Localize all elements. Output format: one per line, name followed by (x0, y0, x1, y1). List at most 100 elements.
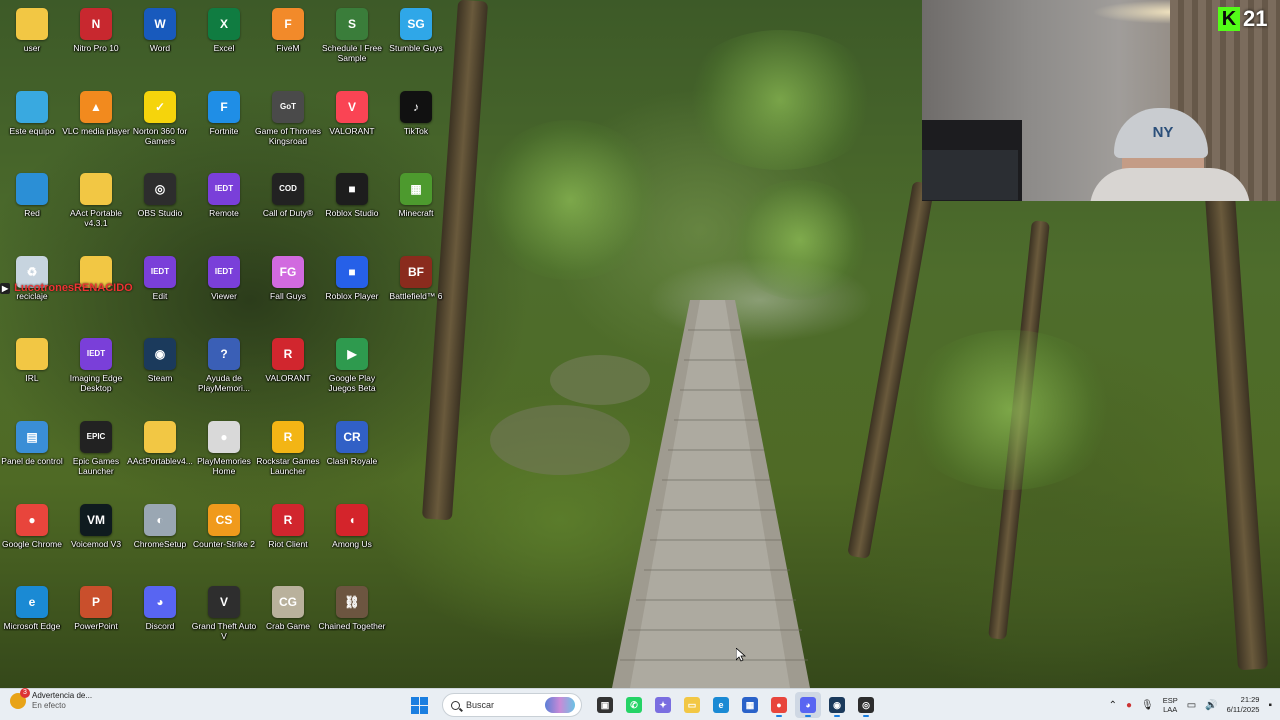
desktop-icon[interactable]: IEDT Edit (128, 252, 192, 332)
weather-widget[interactable]: Advertencia de... En efecto (10, 688, 93, 711)
notification-icon[interactable]: ▪ (1268, 700, 1272, 711)
desktop-icon[interactable]: R Rockstar Games Launcher (256, 417, 320, 497)
taskbar-app-chrome[interactable]: ● (766, 692, 792, 718)
desktop-icon[interactable]: CG Crab Game (256, 582, 320, 662)
desktop-icon[interactable]: Este equipo (0, 87, 64, 167)
desktop-icon[interactable]: IRL (0, 334, 64, 414)
desktop-icon-label: Este equipo (9, 125, 55, 136)
desktop-icon[interactable]: VM Voicemod V3 (64, 500, 128, 580)
desktop-icon[interactable]: ◕ Discord (128, 582, 192, 662)
desktop-icon[interactable]: e Microsoft Edge (0, 582, 64, 662)
app-icon: ♪ (400, 90, 432, 123)
desktop-icon[interactable]: ⛓ Chained Together (319, 582, 385, 662)
taskbar-app-copilot[interactable]: ✦ (650, 692, 676, 718)
app-icon: ■ (336, 173, 368, 206)
app-icon: IEDT (208, 173, 240, 206)
network-icon[interactable]: ▭ (1187, 700, 1196, 711)
desktop-icon[interactable]: ▤ Panel de control (0, 417, 64, 497)
desktop-icon[interactable]: P PowerPoint (64, 582, 128, 662)
weather-subtitle: En efecto (32, 701, 66, 710)
desktop-icon[interactable]: ● Google Chrome (0, 500, 64, 580)
taskbar-search[interactable]: Buscar (442, 693, 582, 717)
app-icon: ⛓ (336, 586, 368, 619)
desktop-icon-label: Red (24, 208, 40, 219)
desktop-icon[interactable]: ▶ Google Play Juegos Beta (320, 334, 384, 414)
microphone-icon[interactable]: 🎙 (1141, 700, 1154, 711)
taskbar-app-steam[interactable]: ◉ (824, 692, 850, 718)
desktop-icon[interactable]: X Excel (192, 4, 256, 84)
volume-icon[interactable]: 🔊 (1205, 700, 1217, 711)
desktop-icon[interactable]: ◎ OBS Studio (128, 169, 192, 249)
taskbar-app-whatsapp[interactable]: ✆ (621, 692, 647, 718)
app-icon: P (80, 586, 112, 619)
desktop-icon[interactable]: N Nitro Pro 10 (64, 4, 128, 84)
taskbar-app-discord[interactable]: ◕ (795, 692, 821, 718)
taskbar-app-edge[interactable]: e (708, 692, 734, 718)
desktop-icon[interactable]: F FiveM (256, 4, 320, 84)
desktop-icon-label: Roblox Studio (325, 208, 379, 219)
search-placeholder: Buscar (466, 700, 495, 710)
app-icon: ■ (336, 255, 368, 288)
desktop-icon[interactable]: ✓ Norton 360 for Gamers (128, 87, 192, 167)
desktop-icon[interactable]: ● PlayMemories Home (192, 417, 256, 497)
taskbar-app-store[interactable]: ▦ (737, 692, 763, 718)
taskbar-app-obs[interactable]: ◎ (853, 692, 879, 718)
keyboard-layout: LAA (1163, 705, 1178, 714)
desktop-icon[interactable]: IEDT Remote (192, 169, 256, 249)
desktop-icon-label: Riot Client (268, 538, 308, 549)
desktop-icon[interactable]: R VALORANT (256, 334, 320, 414)
desktop-icon-label: Epic Games Launcher (72, 456, 120, 476)
edge-icon: e (713, 697, 729, 713)
desktop-icon[interactable]: ▦ Minecraft (384, 169, 448, 249)
desktop-icon[interactable]: AActPortablev4... (127, 417, 193, 497)
clock[interactable]: 21:29 6/11/2025 (1227, 695, 1260, 715)
desktop-icon[interactable]: BF Battlefield™ 6 (384, 252, 448, 332)
desktop-icon[interactable]: SG Stumble Guys (384, 4, 448, 84)
input-language[interactable]: ESP LAA (1163, 696, 1178, 714)
desktop-icon[interactable]: Red (0, 169, 64, 249)
desktop-icon[interactable]: ◖ Among Us (320, 500, 384, 580)
desktop-icon-label: Voicemod V3 (70, 538, 122, 549)
desktop-icon[interactable]: user (0, 4, 64, 84)
whatsapp-icon: ✆ (626, 697, 642, 713)
desktop-icon[interactable]: COD Call of Duty® (256, 169, 320, 249)
desktop-icon[interactable]: ■ Roblox Player (320, 252, 384, 332)
desktop-icon-label: Stumble Guys (389, 43, 443, 53)
chevron-up-icon[interactable]: ⌃ (1109, 700, 1117, 711)
clock-date: 6/11/2025 (1226, 705, 1260, 714)
desktop-icon[interactable]: V Grand Theft Auto V (192, 582, 256, 662)
app-icon: ▲ (80, 90, 112, 123)
security-icon[interactable]: ● (1126, 700, 1132, 711)
desktop-icon[interactable]: AAct Portable v4.3.1 (64, 169, 128, 249)
desktop-icon[interactable]: W Word (128, 4, 192, 84)
desktop-icon[interactable]: ♪ TikTok (384, 87, 448, 167)
app-icon: ◎ (144, 173, 176, 206)
taskbar-app-task-view[interactable]: ▣ (592, 692, 618, 718)
kick-viewer-badge: K 21 (1218, 6, 1267, 32)
taskbar: Advertencia de... En efecto Buscar ▣ ✆ ✦ ▭ e… (0, 688, 1280, 720)
desktop-icon[interactable]: CR Clash Royale (320, 417, 384, 497)
desktop-icon[interactable]: EPIC Epic Games Launcher (64, 417, 128, 497)
desktop-icon[interactable]: V VALORANT (320, 87, 384, 167)
desktop-icon[interactable]: ◐ ChromeSetup (128, 500, 192, 580)
taskbar-app-file-explorer[interactable]: ▭ (679, 692, 705, 718)
desktop-icon[interactable]: IEDT Viewer (192, 252, 256, 332)
start-button[interactable] (406, 692, 432, 718)
desktop-icon[interactable]: ? Ayuda de PlayMemori... (192, 334, 256, 414)
app-icon: BF (400, 255, 432, 288)
desktop-icon[interactable]: CS Counter-Strike 2 (192, 500, 256, 580)
desktop-icon[interactable]: F Fortnite (192, 87, 256, 167)
desktop-icon[interactable]: R Riot Client (256, 500, 320, 580)
desktop-icon[interactable]: ◉ Steam (128, 334, 192, 414)
desktop-icon-label: Microsoft Edge (3, 621, 61, 632)
desktop-icon[interactable]: ■ Roblox Studio (320, 169, 384, 249)
copilot-icon: ✦ (655, 697, 671, 713)
desktop-icon-label: VALORANT (265, 373, 311, 384)
weather-title: Advertencia de... (32, 691, 93, 700)
kick-logo-icon: K (1218, 7, 1240, 31)
desktop-icon[interactable]: S Schedule I Free Sample (320, 4, 384, 84)
desktop-icon[interactable]: FG Fall Guys (256, 252, 320, 332)
desktop-icon[interactable]: GoT Game of Thrones Kingsroad (255, 87, 321, 167)
desktop-icon[interactable]: ▲ VLC media player (62, 87, 130, 167)
desktop-icon[interactable]: IEDT Imaging Edge Desktop (64, 334, 128, 414)
